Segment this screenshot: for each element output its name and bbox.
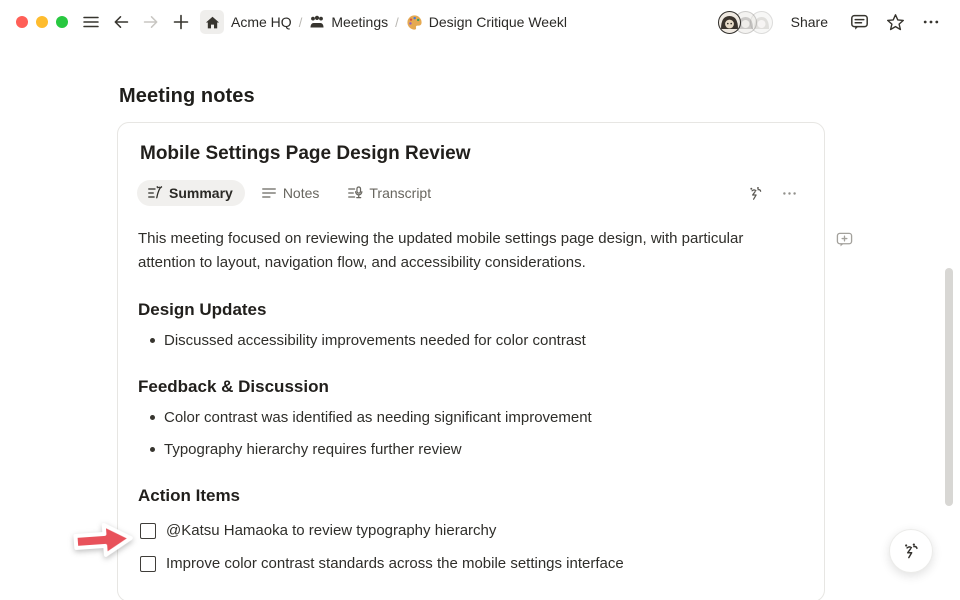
zoom-window-button[interactable]	[56, 16, 68, 28]
back-arrow-icon	[112, 13, 130, 31]
comments-button[interactable]	[846, 9, 872, 35]
ai-assistant-button[interactable]	[889, 529, 933, 573]
tab-notes-label: Notes	[283, 185, 320, 201]
breadcrumb-workspace[interactable]: Acme HQ	[231, 14, 292, 30]
todo-checkbox[interactable]	[140, 556, 156, 572]
todo-item: Improve color contrast standards across …	[140, 555, 804, 572]
home-icon	[205, 15, 220, 30]
todo-label: Improve color contrast standards across …	[166, 555, 624, 572]
breadcrumb: Acme HQ / Meetings / Design Critique Wee…	[231, 14, 567, 31]
breadcrumb-current-page[interactable]: Design Critique Weekl	[406, 14, 567, 31]
tab-transcript[interactable]: Transcript	[337, 180, 443, 206]
page-title: Meeting notes	[119, 85, 960, 108]
notes-lines-icon	[261, 185, 277, 201]
back-button[interactable]	[108, 9, 134, 35]
list-item: Typography hierarchy requires further re…	[137, 442, 804, 457]
palette-icon	[406, 14, 423, 31]
breadcrumb-meetings-label: Meetings	[331, 14, 388, 30]
ai-face-icon	[900, 540, 922, 562]
tab-summary[interactable]: Summary	[137, 180, 245, 206]
card-more-button[interactable]	[776, 180, 802, 206]
meeting-notes-card: Mobile Settings Page Design Review Summa…	[117, 122, 825, 600]
plus-icon	[172, 13, 190, 31]
topbar-actions: Share	[718, 9, 944, 35]
todo-item: @Katsu Hamaoka to review typography hier…	[140, 522, 804, 539]
hamburger-icon	[82, 13, 100, 31]
app-window: Acme HQ / Meetings / Design Critique Wee…	[0, 0, 960, 600]
ellipsis-icon	[922, 13, 940, 31]
people-icon	[309, 14, 325, 30]
list-item: Discussed accessibility improvements nee…	[137, 333, 804, 348]
minimize-window-button[interactable]	[36, 16, 48, 28]
breadcrumb-separator: /	[299, 15, 303, 30]
top-bar: Acme HQ / Meetings / Design Critique Wee…	[0, 0, 960, 44]
tab-notes[interactable]: Notes	[251, 180, 332, 206]
section-heading-action-items: Action Items	[138, 486, 804, 506]
breadcrumb-meetings[interactable]: Meetings	[309, 14, 388, 30]
ai-face-icon	[746, 184, 765, 203]
comment-icon	[850, 13, 869, 32]
star-icon	[886, 13, 905, 32]
breadcrumb-home-chip[interactable]	[200, 10, 224, 34]
viewer-avatars[interactable]	[718, 11, 773, 34]
more-options-button[interactable]	[918, 9, 944, 35]
forward-button[interactable]	[138, 9, 164, 35]
todo-label: @Katsu Hamaoka to review typography hier…	[166, 522, 496, 539]
ai-actions-button[interactable]	[742, 180, 768, 206]
comment-plus-icon	[836, 231, 853, 248]
summary-intro: This meeting focused on reviewing the up…	[138, 227, 804, 275]
red-arrow-icon	[70, 517, 137, 563]
meeting-title: Mobile Settings Page Design Review	[140, 143, 804, 165]
add-comment-button[interactable]	[836, 231, 853, 253]
breadcrumb-workspace-label: Acme HQ	[231, 14, 292, 30]
summary-sparkle-icon	[147, 185, 163, 201]
section-heading-feedback: Feedback & Discussion	[138, 377, 804, 397]
share-button[interactable]: Share	[791, 14, 828, 30]
page-body: Meeting notes Mobile Settings Page Desig…	[0, 44, 960, 600]
breadcrumb-page-label: Design Critique Weekl	[429, 14, 567, 30]
tab-transcript-label: Transcript	[369, 185, 431, 201]
close-window-button[interactable]	[16, 16, 28, 28]
new-page-button[interactable]	[168, 9, 194, 35]
design-updates-list: Discussed accessibility improvements nee…	[137, 333, 804, 348]
window-controls	[16, 16, 68, 28]
avatar	[718, 11, 741, 34]
feedback-list: Color contrast was identified as needing…	[137, 410, 804, 457]
forward-arrow-icon	[142, 13, 160, 31]
scrollbar-thumb[interactable]	[945, 268, 953, 506]
ellipsis-icon	[781, 185, 798, 202]
list-item: Color contrast was identified as needing…	[137, 410, 804, 425]
breadcrumb-separator: /	[395, 15, 399, 30]
todo-checkbox[interactable]	[140, 523, 156, 539]
transcript-mic-icon	[347, 185, 363, 201]
pointer-arrow-annotation	[70, 517, 137, 568]
sidebar-menu-button[interactable]	[78, 9, 104, 35]
tab-summary-label: Summary	[169, 185, 233, 201]
section-heading-design-updates: Design Updates	[138, 300, 804, 320]
meeting-tabs: Summary Notes Transcript	[137, 180, 804, 206]
favorite-button[interactable]	[882, 9, 908, 35]
